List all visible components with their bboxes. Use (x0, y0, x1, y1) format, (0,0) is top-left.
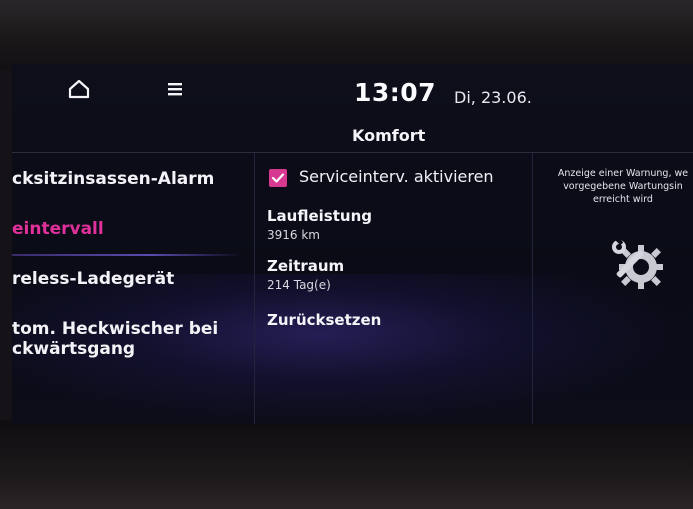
mileage-value: 3916 km (267, 228, 320, 242)
list-item-wireless-charger[interactable]: reless-Ladegerät (12, 269, 252, 289)
service-toggle-label: Serviceinterv. aktivieren (299, 167, 494, 186)
period-title: Zeitraum (267, 257, 345, 275)
status-bar: 13:07 Di, 23.06. (12, 64, 693, 120)
clock: 13:07 (354, 78, 437, 107)
date: Di, 23.06. (454, 88, 532, 107)
service-checkbox[interactable] (269, 169, 287, 187)
service-settings-panel: Serviceinterv. aktivieren Laufleistung 3… (255, 153, 532, 424)
home-icon[interactable] (66, 78, 92, 100)
infotainment-screen: 13:07 Di, 23.06. Komfort cksitzinsassen-… (12, 64, 693, 424)
dashboard-bezel-top (0, 0, 693, 70)
list-item-rear-seat-alarm[interactable]: cksitzinsassen-Alarm (12, 169, 252, 189)
list-item-service-interval[interactable]: eintervall (12, 219, 252, 239)
service-toggle-row[interactable]: Serviceinterv. aktivieren (269, 167, 529, 189)
mileage-title: Laufleistung (267, 207, 372, 225)
reset-button[interactable]: Zurücksetzen (267, 311, 381, 329)
list-item-rear-wiper[interactable]: tom. Heckwischer bei ckwärtsgang (12, 319, 252, 359)
active-item-indicator (12, 254, 242, 256)
info-panel: Anzeige einer Warnung, we vorgegebene Wa… (533, 153, 693, 424)
period-value: 214 Tag(e) (267, 278, 331, 292)
info-text: Anzeige einer Warnung, we vorgegebene Wa… (557, 168, 689, 205)
menu-icon[interactable] (162, 78, 188, 100)
wrench-gear-icon (607, 233, 669, 295)
page-title: Komfort (352, 126, 426, 145)
settings-list: cksitzinsassen-Alarm eintervall reless-L… (12, 153, 252, 424)
dashboard-bezel-bottom (0, 420, 693, 509)
